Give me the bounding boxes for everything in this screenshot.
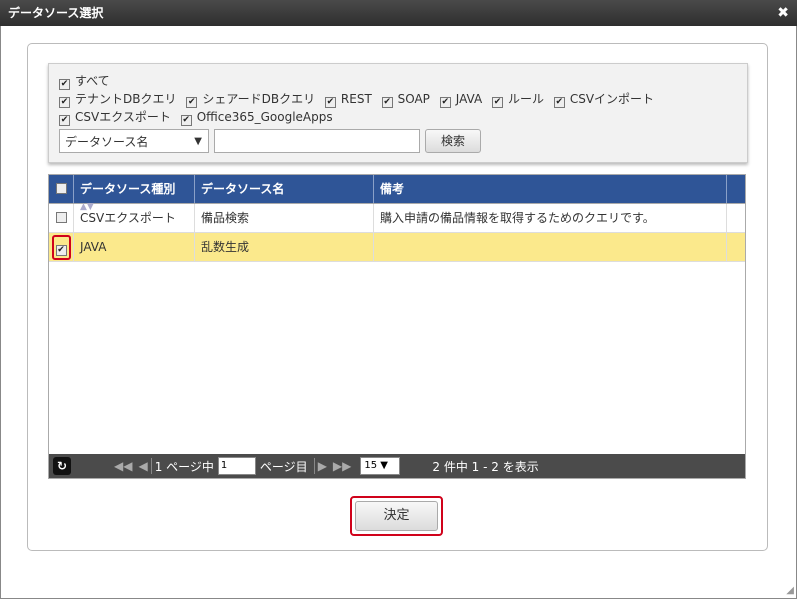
filter-type[interactable]: ✔ REST [324,92,372,108]
filter-label: テナントDBクエリ [75,92,177,106]
checkbox[interactable]: ✔ [59,115,70,126]
table-row[interactable]: CSVエクスポート 備品検索 購入申請の備品情報を取得するためのクエリです。 [49,204,745,233]
checkbox[interactable]: ✔ [324,97,336,108]
filter-type[interactable]: ✔ Office365_GoogleApps [180,110,333,126]
cell-note: 購入申請の備品情報を取得するためのクエリです。 [374,204,727,232]
grid-header: データソース種別 ▲▼ データソース名 備考 [49,175,745,212]
dialog-title: データソース選択 [8,6,104,20]
checkbox[interactable]: ✔ [381,97,393,108]
checkbox[interactable]: ✔ [59,97,70,108]
cell-name: 乱数生成 [195,233,374,261]
checkbox[interactable]: ✔ [439,97,451,108]
cell-name: 備品検索 [195,204,374,232]
header-note[interactable]: 備考 [374,175,727,203]
refresh-icon[interactable]: ↻ [53,457,71,475]
cell-type: JAVA [74,233,195,261]
row-checkbox[interactable]: ✔ [49,233,74,261]
filter-label: REST [340,92,372,106]
search-input[interactable] [214,129,420,153]
table-row[interactable]: ✔ JAVA 乱数生成 [49,233,745,262]
page-size-value: 15 [364,460,378,471]
prev-page-icon[interactable]: ◀ [138,459,147,473]
resize-grip-icon[interactable]: ◢ [786,585,794,596]
first-page-icon[interactable]: ◀◀ [114,459,132,473]
header-label: データソース種別 [80,182,176,196]
page-label: 1 ページ中 [154,459,214,474]
field-select[interactable]: データソース名 ▼ [59,129,209,153]
filter-label: SOAP [397,92,430,106]
checkbox[interactable]: ✔ [186,97,198,108]
checkbox[interactable]: ✔ [491,97,503,108]
filter-type[interactable]: ✔ CSVインポート [553,92,655,108]
cell-type: CSVエクスポート [74,204,195,232]
filter-all[interactable]: ✔ すべて [59,74,110,90]
filter-label: CSVインポート [569,92,655,106]
decide-highlight: 決定 [350,496,443,536]
search-button[interactable]: 検索 [425,129,482,153]
checkbox[interactable]: ✔ [553,97,565,108]
filter-type[interactable]: ✔ SOAP [381,92,430,108]
filter-label: CSVエクスポート [75,110,171,124]
page-label-suffix: ページ目 [259,459,308,474]
select-all-checkbox[interactable] [49,175,74,203]
page-input[interactable]: 1 [217,457,256,475]
checkbox[interactable]: ✔ [59,79,70,90]
filter-type[interactable]: ✔ JAVA [439,92,483,108]
header-name[interactable]: データソース名 [195,175,374,203]
page-size-select[interactable]: 15 ▼ [360,457,401,475]
filter-label: シェアードDBクエリ [202,92,316,106]
header-type[interactable]: データソース種別 ▲▼ [74,175,195,212]
field-select-value: データソース名 [65,135,149,149]
row-checkbox[interactable] [49,204,74,232]
filter-label: すべて [75,74,110,88]
filter-label: ルール [507,92,544,106]
dropdown-arrow-icon: ▼ [194,136,202,147]
filter-type[interactable]: ✔ テナントDBクエリ [59,92,177,108]
cell-note [374,233,727,261]
record-summary: 2 件中 1 - 2 を表示 [432,459,539,474]
filter-label: Office365_GoogleApps [196,110,333,124]
filter-type[interactable]: ✔ シェアードDBクエリ [186,92,316,108]
next-page-icon[interactable]: ▶ [318,459,327,473]
checkbox[interactable]: ✔ [180,115,192,126]
last-page-icon[interactable]: ▶▶ [333,459,351,473]
dialog-titlebar: データソース選択 ✖ [0,0,797,26]
pager: ↻ ◀◀ ◀ 1 ページ中 1 ページ目 ▶ ▶▶ 15 ▼ 2 件中 1 - 2 … [49,454,745,478]
search-panel: ✔ すべて ✔ テナントDBクエリ ✔ シェアードDBクエリ ✔ REST ✔ SOAP … [48,63,748,163]
decide-button[interactable]: 決定 [355,501,438,531]
filter-label: JAVA [455,92,483,106]
filter-type[interactable]: ✔ CSVエクスポート [59,110,171,126]
close-icon[interactable]: ✖ [777,0,789,26]
filter-type[interactable]: ✔ ルール [491,92,544,108]
datasource-grid: データソース種別 ▲▼ データソース名 備考 CSVエクスポート 備品検索 購入申請… [48,174,746,479]
